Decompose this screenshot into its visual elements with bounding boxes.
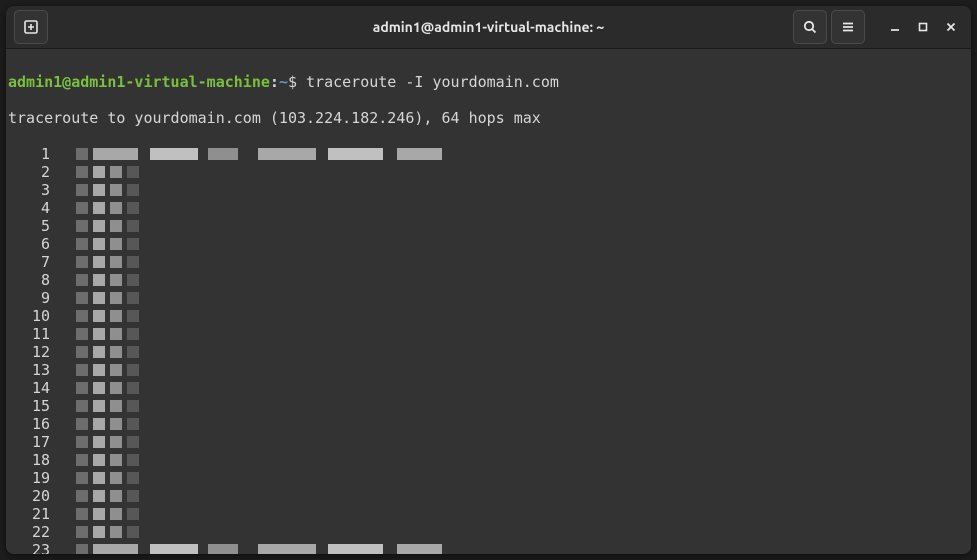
redacted-hop-data: [76, 543, 442, 554]
terminal-body[interactable]: admin1@admin1-virtual-machine:~$ tracero…: [6, 49, 971, 554]
redacted-hop-data: [76, 435, 139, 449]
hop-number: 3: [8, 181, 58, 199]
hop-number: 7: [8, 253, 58, 271]
prompt-symbol: $: [288, 73, 297, 91]
hop-row: 23: [8, 541, 963, 554]
hop-row: 19: [8, 469, 963, 487]
hop-number: 16: [8, 415, 58, 433]
hop-row: 15: [8, 397, 963, 415]
minimize-button[interactable]: [881, 11, 909, 43]
hop-row: 17: [8, 433, 963, 451]
hop-row: 9: [8, 289, 963, 307]
redacted-hop-data: [76, 363, 139, 377]
hop-row: 14: [8, 379, 963, 397]
redacted-hop-data: [76, 255, 139, 269]
redacted-hop-data: [76, 201, 139, 215]
prompt-path: ~: [279, 73, 288, 91]
redacted-hop-data: [76, 327, 139, 341]
redacted-hop-data: [76, 417, 139, 431]
hop-number: 6: [8, 235, 58, 253]
hop-number: 21: [8, 505, 58, 523]
hop-number: 15: [8, 397, 58, 415]
output-header: traceroute to yourdomain.com (103.224.18…: [8, 109, 963, 127]
close-button[interactable]: [937, 11, 965, 43]
hop-number: 19: [8, 469, 58, 487]
hop-row: 4: [8, 199, 963, 217]
hop-number: 22: [8, 523, 58, 541]
redacted-hop-data: [76, 273, 139, 287]
redacted-hop-data: [76, 183, 139, 197]
hop-number: 4: [8, 199, 58, 217]
hop-number: 13: [8, 361, 58, 379]
redacted-hop-data: [76, 471, 139, 485]
hop-row: 7: [8, 253, 963, 271]
redacted-hop-data: [76, 219, 139, 233]
redacted-hop-data: [76, 309, 139, 323]
hop-number: 20: [8, 487, 58, 505]
hop-row: 20: [8, 487, 963, 505]
hop-row: 21: [8, 505, 963, 523]
hop-number: 23: [8, 541, 58, 554]
hop-row: 1: [8, 145, 963, 163]
menu-button[interactable]: [831, 10, 865, 44]
hop-row: 12: [8, 343, 963, 361]
hop-number: 2: [8, 163, 58, 181]
hop-row: 5: [8, 217, 963, 235]
hop-row: 8: [8, 271, 963, 289]
hop-number: 14: [8, 379, 58, 397]
search-button[interactable]: [793, 10, 827, 44]
redacted-hop-data: [76, 453, 139, 467]
hop-row: 2: [8, 163, 963, 181]
hop-row: 16: [8, 415, 963, 433]
hop-number: 11: [8, 325, 58, 343]
redacted-hop-data: [76, 165, 139, 179]
hop-row: 10: [8, 307, 963, 325]
redacted-hop-data: [76, 147, 442, 161]
hop-row: 13: [8, 361, 963, 379]
hop-row: 18: [8, 451, 963, 469]
hop-row: 11: [8, 325, 963, 343]
redacted-hop-data: [76, 345, 139, 359]
titlebar: admin1@admin1-virtual-machine: ~: [6, 6, 971, 49]
redacted-hop-data: [76, 381, 139, 395]
hop-number: 18: [8, 451, 58, 469]
terminal-window: admin1@admin1-virtual-machine: ~: [6, 6, 971, 554]
prompt-user: admin1@admin1-virtual-machine: [8, 73, 270, 91]
command-text: traceroute -I yourdomain.com: [306, 73, 559, 91]
redacted-hop-data: [76, 525, 139, 539]
redacted-hop-data: [76, 489, 139, 503]
hop-number: 12: [8, 343, 58, 361]
hop-row: 3: [8, 181, 963, 199]
hop-number: 5: [8, 217, 58, 235]
maximize-button[interactable]: [909, 11, 937, 43]
hop-row: 22: [8, 523, 963, 541]
hop-number: 1: [8, 145, 58, 163]
new-tab-button[interactable]: [14, 10, 48, 44]
redacted-hop-data: [76, 399, 139, 413]
prompt-colon: :: [270, 73, 279, 91]
redacted-hop-data: [76, 507, 139, 521]
hop-number: 17: [8, 433, 58, 451]
hop-number: 10: [8, 307, 58, 325]
redacted-hop-data: [76, 237, 139, 251]
hop-row: 6: [8, 235, 963, 253]
redacted-hop-data: [76, 291, 139, 305]
prompt-line-1: admin1@admin1-virtual-machine:~$ tracero…: [8, 73, 963, 91]
hop-number: 8: [8, 271, 58, 289]
hop-number: 9: [8, 289, 58, 307]
